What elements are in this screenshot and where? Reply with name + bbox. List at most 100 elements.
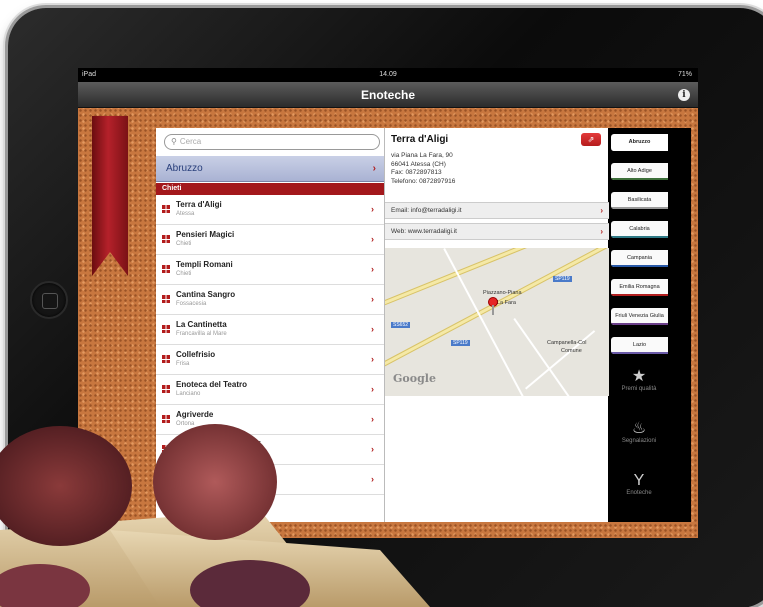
winery-name: Templi Romani: [176, 260, 233, 269]
side-nav-button[interactable]: ♨ Segnalazioni: [609, 420, 669, 444]
winery-row[interactable]: Templi Romani Chieti ›: [156, 255, 384, 285]
page-title: Enoteche: [360, 88, 415, 102]
chevron-right-icon: ›: [371, 414, 374, 424]
winery-name: Cantina Sangro: [176, 290, 236, 299]
email-text: Email: info@terradaligi.it: [391, 207, 462, 214]
region-selector[interactable]: Abruzzo ›: [156, 156, 384, 182]
map-road: [513, 318, 579, 396]
side-nav-label: Premi qualità: [621, 386, 657, 392]
region-tab[interactable]: Emilia Romagna: [611, 279, 668, 296]
winery-name: Pensieri Magici: [176, 230, 235, 239]
location-map[interactable]: Piazzano-Piana La Fara Campanella-Col Co…: [385, 248, 609, 396]
app-screen: iPad 14.09 71% Enoteche i ⚲ Cerca Abruzzo…: [78, 68, 698, 538]
winery-name: La Cantinetta: [176, 320, 227, 329]
region-tab-label: Emilia Romagna: [619, 284, 660, 290]
region-tab[interactable]: Basilicata: [611, 192, 668, 209]
winery-name: aldi: [176, 470, 190, 479]
google-watermark: Google: [393, 372, 436, 385]
winery-city: Ortona: [176, 421, 195, 427]
chevron-right-icon: ›: [371, 354, 374, 364]
chevron-right-icon: ›: [371, 324, 374, 334]
map-place: Piazzano-Piana: [483, 290, 522, 296]
region-tab-stripe: [611, 352, 668, 354]
info-icon[interactable]: i: [678, 89, 690, 101]
region-tab[interactable]: Friuli Venezia Giulia: [611, 308, 668, 325]
winery-grid-icon: [162, 415, 170, 423]
winery-list: Terra d'Aligi Atessa › Pensieri Magici Chiet…: [156, 195, 384, 495]
phone-line: Telefono: 0872897916: [391, 177, 456, 185]
region-tab-label: Friuli Venezia Giulia: [615, 313, 664, 319]
winery-grid-icon: [162, 265, 170, 273]
region-tab-label: Calabria: [629, 226, 650, 232]
region-tab-label: Basilicata: [627, 197, 652, 203]
winery-grid-icon: [162, 295, 170, 303]
chevron-right-icon: ›: [371, 294, 374, 304]
content-panel: ⚲ Cerca Abruzzo › Chieti Terra d'Aligi Ate…: [156, 128, 691, 522]
winery-name: Agriverde: [176, 410, 214, 419]
winery-city: Lanciano: [176, 391, 201, 397]
map-place: La Fara: [497, 300, 516, 306]
winery-row[interactable]: Terra d'Aligi Atessa ›: [156, 195, 384, 225]
chevron-right-icon: ›: [600, 227, 603, 236]
status-time: 14.09: [379, 71, 397, 78]
winery-row[interactable]: Collefrisio Frisa ›: [156, 345, 384, 375]
share-button[interactable]: ⇗: [581, 133, 601, 146]
winery-row[interactable]: Pensieri Magici Chieti ›: [156, 225, 384, 255]
winery-city: Chieti: [176, 241, 192, 247]
ribbon-bookmark-icon: [92, 116, 128, 276]
winery-grid-icon: [162, 475, 170, 483]
search-input[interactable]: ⚲ Cerca: [164, 134, 380, 150]
ipad-device: iPad 14.09 71% Enoteche i ⚲ Cerca Abruzzo…: [0, 0, 763, 607]
winery-row[interactable]: La Cantinetta Francavilla al Mare ›: [156, 315, 384, 345]
road-shield: SS652: [391, 322, 411, 328]
region-tab[interactable]: Alto Adige: [611, 163, 668, 180]
region-tab-stripe: [611, 236, 668, 238]
side-nav-button[interactable]: ★ Premi qualità: [609, 368, 669, 392]
nav-bar: Enoteche i: [78, 82, 698, 108]
map-pin-icon[interactable]: [489, 298, 497, 315]
region-label: Abruzzo: [166, 163, 203, 174]
star-icon: ★: [631, 368, 647, 385]
winery-row[interactable]: Agriverde Ortona ›: [156, 405, 384, 435]
winery-grid-icon: [162, 385, 170, 393]
region-tab-stripe: [611, 207, 668, 209]
winery-row[interactable]: Cantina Sangro Fossacesia ›: [156, 285, 384, 315]
winery-grid-icon: [162, 325, 170, 333]
region-tab[interactable]: Lazio: [611, 337, 668, 354]
winery-grid-icon: [162, 445, 170, 453]
side-nav-button[interactable]: Y Enoteche: [609, 472, 669, 496]
region-tab[interactable]: Calabria: [611, 221, 668, 238]
road-shield: SP119: [553, 276, 572, 282]
detail-address: via Piana La Fara, 90 66041 Atessa (CH) …: [391, 152, 455, 186]
winery-grid-icon: [162, 205, 170, 213]
detail-name: Terra d'Aligi: [391, 134, 449, 145]
region-tab-stripe: [611, 149, 668, 151]
region-tab-stripe: [611, 323, 668, 325]
chevron-right-icon: ›: [371, 444, 374, 454]
winery-row[interactable]: Enoteca del Teatro Lanciano ›: [156, 375, 384, 405]
winery-name: Collefrisio: [176, 350, 216, 359]
winery-city: Chieti: [176, 271, 192, 277]
region-tab[interactable]: Campania: [611, 250, 668, 267]
winery-list-pane: ⚲ Cerca Abruzzo › Chieti Terra d'Aligi Ate…: [156, 128, 384, 522]
address-line: via Piana La Fara, 90: [391, 152, 453, 159]
winery-name: Enoteca del Teatro: [176, 380, 247, 389]
winery-name: le piazza Porta Caldari: [176, 440, 261, 449]
chevron-right-icon: ›: [371, 384, 374, 394]
winery-city: Atessa: [176, 211, 195, 217]
home-button[interactable]: [30, 281, 68, 319]
search-icon: ⚲: [171, 137, 177, 146]
region-tab-stripe: [611, 265, 668, 267]
winery-row[interactable]: le piazza Porta Caldari ›: [156, 435, 384, 465]
web-row[interactable]: Web: www.terradaligi.it ›: [385, 223, 609, 240]
winery-name: Terra d'Aligi: [176, 200, 222, 209]
side-nav-label: Enoteche: [626, 490, 652, 496]
winery-row[interactable]: aldi ›: [156, 465, 384, 495]
winery-detail-pane: Terra d'Aligi ⇗ via Piana La Fara, 90 66…: [384, 128, 609, 522]
glass-icon: Y: [633, 472, 645, 489]
email-row[interactable]: Email: info@terradaligi.it ›: [385, 202, 609, 219]
winery-grid-icon: [162, 355, 170, 363]
region-tab[interactable]: Abruzzo: [611, 134, 668, 151]
region-tabs: Abruzzo Alto Adige Basilicata Calabria Campa…: [609, 128, 691, 522]
region-tab-label: Alto Adige: [627, 168, 652, 174]
